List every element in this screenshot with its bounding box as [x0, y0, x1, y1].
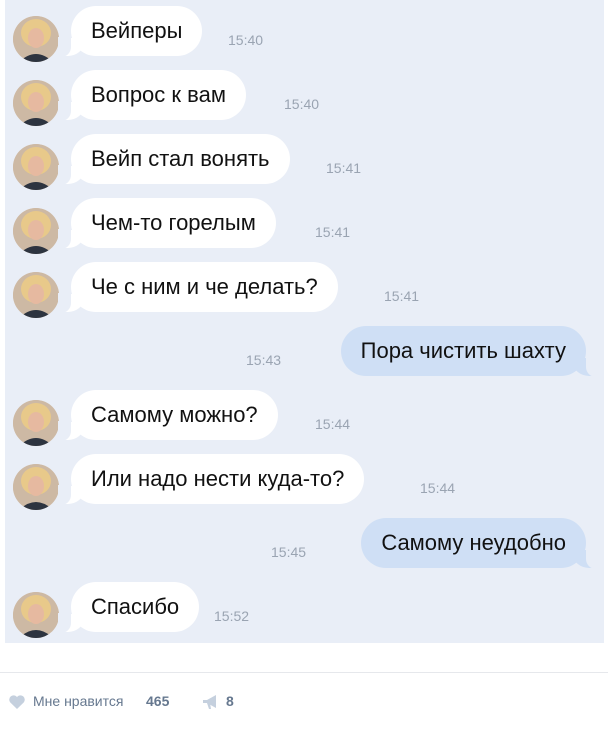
message-row: Или надо нести куда-то? 15:44: [5, 454, 604, 518]
avatar[interactable]: [13, 144, 59, 190]
message-row: 15:43 Пора чистить шахту: [5, 326, 604, 390]
chat-area: Вейперы 15:40 Вопрос к вам 15:40 Вейп ст…: [5, 0, 604, 643]
share-count: 8: [226, 693, 234, 709]
message-bubble[interactable]: Вейп стал вонять: [58, 134, 290, 185]
message-text: Самому неудобно: [381, 530, 566, 555]
megaphone-icon[interactable]: [201, 693, 221, 711]
avatar[interactable]: [13, 208, 59, 254]
message-text: Чем-то горелым: [91, 210, 256, 235]
message-text: Вопрос к вам: [91, 82, 226, 107]
avatar[interactable]: [13, 592, 59, 638]
message-time: 15:40: [228, 32, 264, 48]
message-bubble[interactable]: Спасибо: [57, 582, 200, 633]
message-bubble[interactable]: Че с ним и че делать?: [58, 262, 338, 313]
message-text: Самому можно?: [91, 402, 258, 427]
message-time: 15:44: [315, 416, 351, 432]
message-time: 15:44: [420, 480, 456, 496]
message-time: 15:41: [326, 160, 362, 176]
avatar[interactable]: [13, 80, 59, 126]
message-time: 15:41: [384, 288, 420, 304]
message-bubble[interactable]: Или надо нести куда-то?: [57, 454, 365, 505]
like-button[interactable]: Мне нравится: [33, 693, 123, 709]
message-time: 15:40: [284, 96, 320, 112]
message-row: Че с ним и че делать? 15:41: [5, 262, 604, 326]
message-row: Вейп стал вонять 15:41: [5, 134, 604, 198]
avatar[interactable]: [13, 272, 59, 318]
message-time: 15:52: [214, 608, 250, 624]
message-time: 15:45: [271, 544, 307, 560]
message-time: 15:43: [246, 352, 282, 368]
message-bubble[interactable]: Самому можно?: [58, 390, 278, 441]
message-bubble[interactable]: Вейперы: [57, 6, 203, 57]
message-bubble[interactable]: Вопрос к вам: [58, 70, 246, 121]
avatar[interactable]: [13, 464, 59, 510]
message-bubble[interactable]: Самому неудобно: [361, 518, 599, 569]
message-time: 15:41: [315, 224, 351, 240]
message-row: Самому можно? 15:44: [5, 390, 604, 454]
message-row: Вейперы 15:40: [5, 6, 604, 70]
message-text: Или надо нести куда-то?: [91, 466, 345, 491]
message-text: Пора чистить шахту: [360, 338, 566, 363]
message-text: Че с ним и че делать?: [91, 274, 318, 299]
message-row: 15:45 Самому неудобно: [5, 518, 604, 582]
message-text: Спасибо: [91, 594, 180, 619]
heart-icon[interactable]: [8, 694, 26, 710]
message-row: Спасибо 15:52: [5, 582, 604, 646]
avatar[interactable]: [13, 16, 59, 62]
message-text: Вейперы: [91, 18, 183, 43]
message-row: Вопрос к вам 15:40: [5, 70, 604, 134]
avatar[interactable]: [13, 400, 59, 446]
message-bubble[interactable]: Чем-то горелым: [58, 198, 276, 249]
message-row: Чем-то горелым 15:41: [5, 198, 604, 262]
like-count: 465: [146, 693, 170, 709]
post-footer: Мне нравится 465 8: [0, 672, 608, 738]
message-text: Вейп стал вонять: [91, 146, 270, 171]
message-bubble[interactable]: Пора чистить шахту: [340, 326, 600, 377]
